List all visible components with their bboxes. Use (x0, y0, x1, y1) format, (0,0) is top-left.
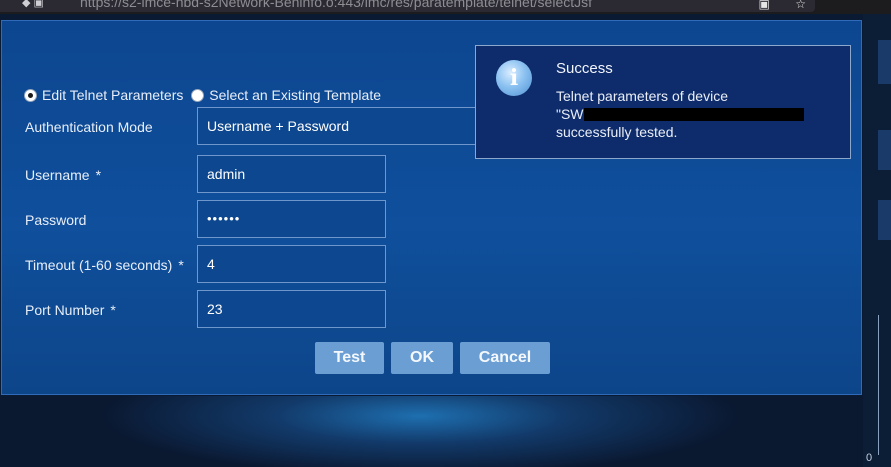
password-input[interactable]: •••••• (197, 200, 386, 238)
redacted-device-name (583, 108, 804, 121)
username-input[interactable]: admin (197, 155, 386, 193)
select-template-label[interactable]: Select an Existing Template (209, 87, 381, 103)
port-label: Port Number * (25, 302, 116, 318)
notification-message: Telnet parameters of device "SW successf… (556, 87, 836, 141)
background-glow (0, 396, 863, 467)
required-marker: * (178, 257, 184, 273)
bookmark-star-icon[interactable]: ☆ (795, 0, 806, 11)
shield-icon[interactable]: ◆ ▣ (22, 0, 44, 9)
notification-device-line: "SW (556, 105, 836, 123)
edit-parameters-radio[interactable] (24, 89, 37, 102)
username-label: Username * (25, 167, 102, 183)
background-row (878, 40, 891, 84)
extension-icon[interactable]: ▣ (759, 0, 770, 11)
background-row (878, 130, 891, 170)
background-axis-zero: 0 (866, 452, 873, 464)
notification-line: successfully tested. (556, 124, 678, 140)
background-chart-axis (878, 315, 879, 455)
address-bar[interactable]: ◆ ▣ https://s2-imce-nbd-s2Network-Beninf… (0, 0, 815, 12)
cancel-button[interactable]: Cancel (460, 342, 550, 374)
notification-title: Success (556, 60, 613, 77)
background-row (878, 200, 891, 240)
edit-parameters-label[interactable]: Edit Telnet Parameters (42, 87, 183, 103)
info-icon: i (496, 60, 532, 96)
select-template-radio[interactable] (191, 89, 205, 102)
timeout-label: Timeout (1-60 seconds) * (25, 257, 184, 273)
toolbar-icons: ▣ ☆ (737, 0, 806, 11)
ok-button[interactable]: OK (391, 342, 453, 374)
timeout-input[interactable]: 4 (197, 245, 386, 283)
success-notification: i Success Telnet parameters of device "S… (475, 45, 851, 159)
auth-mode-label: Authentication Mode (25, 119, 153, 135)
parameter-source-radio-group: Edit Telnet Parameters Select an Existin… (24, 87, 385, 107)
test-button[interactable]: Test (315, 342, 384, 374)
password-label: Password (25, 212, 87, 228)
required-marker: * (95, 167, 102, 183)
required-marker: * (110, 302, 116, 318)
port-input[interactable]: 23 (197, 290, 386, 328)
notification-line: Telnet parameters of device (556, 88, 728, 104)
url-text[interactable]: https://s2-imce-nbd-s2Network-Beninfo.o:… (80, 0, 592, 10)
browser-toolbar: ◆ ▣ https://s2-imce-nbd-s2Network-Beninf… (0, 0, 891, 14)
